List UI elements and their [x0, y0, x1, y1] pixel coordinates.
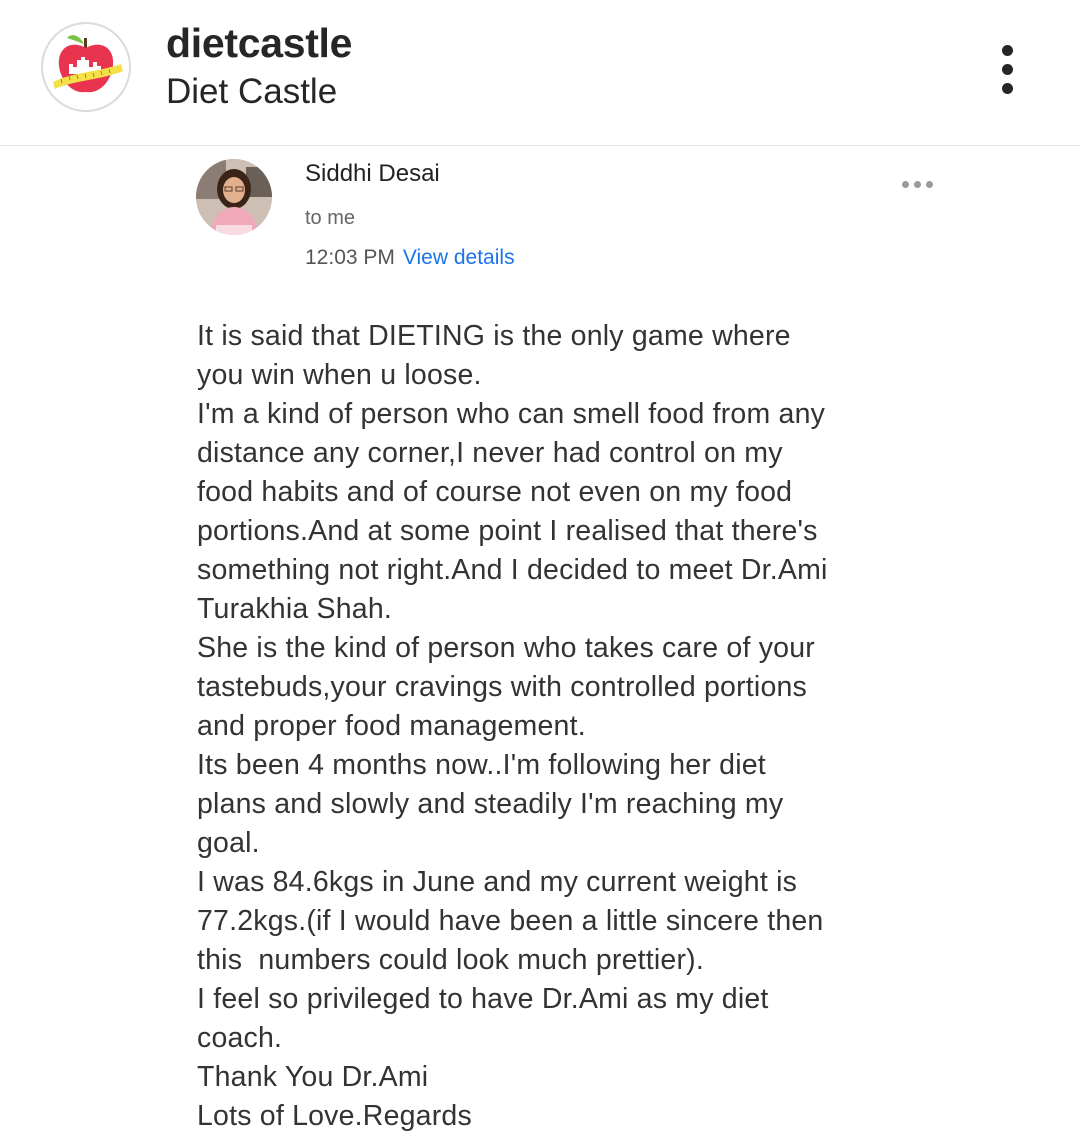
body-line: I was 84.6kgs in June and my current wei…: [197, 866, 798, 898]
ellipsis-dot: [1002, 64, 1013, 75]
body-line: Its been 4 months now..I'm following her…: [197, 749, 766, 781]
body-line: goal.: [197, 827, 260, 859]
body-line: something not right.And I decided to mee…: [197, 554, 828, 586]
apple-castle-logo-icon: [53, 35, 123, 93]
body-line: food habits and of course not even on my…: [197, 476, 793, 508]
ellipsis-dot: [926, 181, 933, 188]
email-screenshot: Siddhi Desai to me 12:03 PM View details …: [0, 147, 1080, 1138]
body-line: you win when u loose.: [197, 359, 482, 391]
body-line: 77.2kgs.(if I would have been a little s…: [197, 905, 824, 937]
horizontal-ellipsis-icon[interactable]: [900, 177, 936, 193]
person-photo-icon: [196, 159, 272, 235]
body-line: I'm a kind of person who can smell food …: [197, 398, 826, 430]
sender-name: Siddhi Desai: [305, 160, 440, 187]
body-line: plans and slowly and steadily I'm reachi…: [197, 788, 784, 820]
email-body: It is said that DIETING is the only game…: [197, 317, 957, 1136]
view-details-link[interactable]: View details: [403, 246, 515, 269]
username[interactable]: dietcastle: [166, 20, 352, 67]
body-line: Thank You Dr.Ami: [197, 1061, 429, 1093]
ellipsis-dot: [902, 181, 909, 188]
body-line: She is the kind of person who takes care…: [197, 632, 815, 664]
sender-avatar[interactable]: [196, 159, 272, 235]
display-name: Diet Castle: [166, 72, 338, 111]
body-line: tastebuds,your cravings with controlled …: [197, 671, 807, 703]
body-line: this numbers could look much prettier).: [197, 944, 704, 976]
body-line: It is said that DIETING is the only game…: [197, 320, 791, 352]
recipient-label: to me: [305, 207, 356, 229]
body-line: distance any corner,I never had control …: [197, 437, 783, 469]
vertical-ellipsis-icon[interactable]: [988, 40, 1028, 100]
email-meta-row: 12:03 PM View details: [305, 246, 515, 270]
email-time: 12:03 PM: [305, 246, 395, 269]
ellipsis-dot: [1002, 45, 1013, 56]
body-line: Turakhia Shah.: [197, 593, 393, 625]
ellipsis-dot: [914, 181, 921, 188]
body-line: coach.: [197, 1022, 283, 1054]
body-line: and proper food management.: [197, 710, 586, 742]
profile-avatar[interactable]: [41, 22, 131, 112]
body-line: Lots of Love.Regards: [197, 1100, 472, 1132]
ellipsis-dot: [1002, 83, 1013, 94]
body-line: portions.And at some point I realised th…: [197, 515, 818, 547]
post-header: dietcastle Diet Castle: [0, 0, 1080, 146]
body-line: I feel so privileged to have Dr.Ami as m…: [197, 983, 769, 1015]
